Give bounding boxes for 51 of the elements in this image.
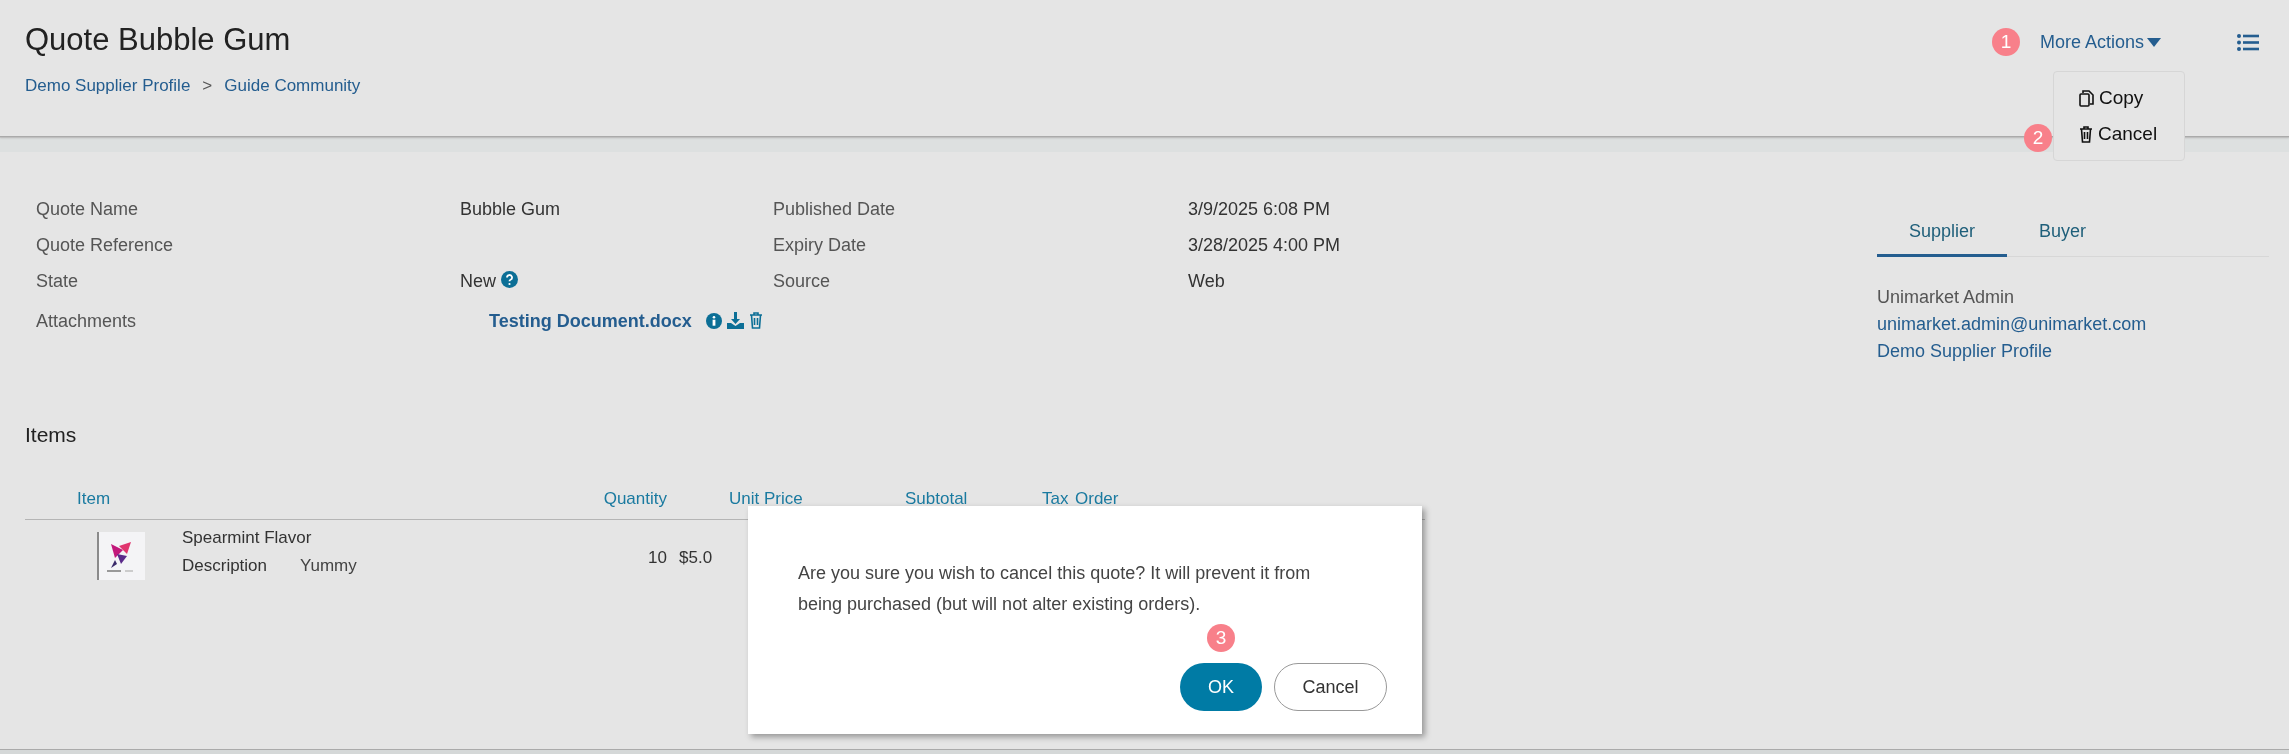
step-badge: 2	[2024, 124, 2052, 152]
field-value: 3/28/2025 4:00 PM	[1188, 235, 1342, 257]
step-badge: 3	[1207, 624, 1235, 652]
trash-icon[interactable]	[748, 312, 763, 329]
field-label: State	[36, 271, 80, 293]
field-value: New	[460, 271, 496, 292]
step-badge: 1	[1991, 28, 2020, 56]
help-icon	[501, 271, 518, 288]
breadcrumb-separator: >	[202, 76, 213, 96]
breadcrumb-link[interactable]: Demo Supplier Profile	[25, 76, 191, 96]
trash-icon	[2079, 125, 2093, 143]
email-link[interactable]: unimarket.admin@unimarket.com	[1877, 314, 2269, 335]
description-value: Yummy	[300, 556, 357, 576]
column-header: Item	[76, 489, 112, 510]
field-value: Web	[1188, 271, 1226, 293]
column-header: Quantity	[602, 489, 667, 510]
field-value: Bubble Gum	[460, 199, 561, 220]
contact-name: Unimarket Admin	[1877, 287, 2016, 308]
column-header: Unit Price	[728, 489, 804, 510]
menu-item[interactable]: Copy	[2054, 80, 2184, 116]
page-title: Quote Bubble Gum	[25, 22, 292, 58]
list-icon[interactable]	[2237, 33, 2259, 51]
tab[interactable]: Buyer	[2007, 221, 2119, 257]
field-label: Quote Reference	[36, 235, 175, 257]
copy-icon	[2079, 89, 2094, 107]
download-icon[interactable]	[726, 312, 744, 329]
column-header: Order	[1075, 489, 1120, 510]
item-name: Spearmint Flavor	[182, 528, 313, 548]
column-header: Tax	[1042, 489, 1070, 510]
column-header: Subtotal	[905, 489, 969, 510]
field-value: 3/9/2025 6:08 PM	[1188, 199, 1332, 221]
field-label: Attachments	[36, 310, 138, 333]
ok-button[interactable]: OK	[1180, 663, 1262, 711]
cancel-button[interactable]: Cancel	[1274, 663, 1387, 711]
info-icon[interactable]	[705, 312, 722, 329]
table-cell-text: 10	[647, 547, 667, 569]
caret-icon	[2147, 37, 2161, 47]
dialog-message: Are you sure you wish to cancel this quote? It will prevent it from being purchased (but will not alter existing orders).	[798, 562, 1312, 616]
section-heading: Items	[25, 423, 78, 447]
table-cell-text: $5.0	[678, 547, 713, 569]
tab[interactable]: Supplier	[1877, 221, 2008, 257]
field-label: Published Date	[773, 199, 897, 221]
organization-link[interactable]: Demo Supplier Profile	[1877, 341, 2269, 362]
attachment-link[interactable]: Testing Document.docx	[489, 311, 692, 332]
field-label: Quote Name	[36, 199, 140, 221]
breadcrumb-link[interactable]: Guide Community	[224, 76, 361, 96]
description-label: Description	[182, 556, 268, 576]
field-label: Expiry Date	[773, 235, 868, 257]
more-actions-button[interactable]: More Actions	[2039, 31, 2161, 53]
menu-item[interactable]: Cancel	[2054, 116, 2184, 152]
field-label: Source	[773, 271, 832, 293]
